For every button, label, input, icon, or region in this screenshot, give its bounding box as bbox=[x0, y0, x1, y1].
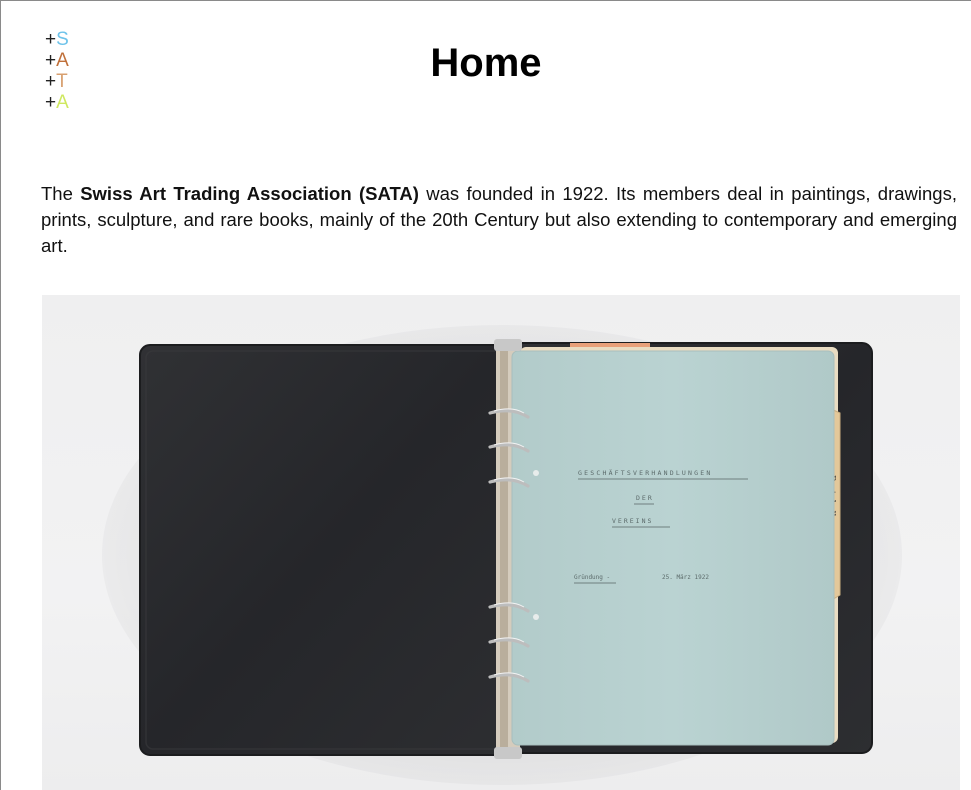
logo-row-a2: +A bbox=[45, 92, 69, 113]
page: +S +A +T +A Home The Swiss Art Trading A… bbox=[0, 0, 971, 790]
front-sheet bbox=[511, 350, 835, 746]
binder-spine-shade bbox=[500, 341, 508, 755]
binder-left-cover bbox=[139, 344, 513, 756]
typed-der: DER bbox=[636, 494, 654, 502]
intro-association-name: Swiss Art Trading Association (SATA) bbox=[80, 183, 419, 204]
typed-heading: GESCHÄFTSVERHANDLUNGEN bbox=[578, 468, 713, 477]
punch-hole bbox=[533, 470, 539, 476]
intro-paragraph: The Swiss Art Trading Association (SATA)… bbox=[41, 181, 957, 259]
binder-illustration: Protokolle GESCHÄFTSVERHANDLUNGEN DER VE… bbox=[102, 325, 902, 785]
logo-plus: + bbox=[45, 92, 57, 113]
page-title: Home bbox=[430, 41, 542, 85]
binder-photo: Protokolle GESCHÄFTSVERHANDLUNGEN DER VE… bbox=[42, 295, 960, 790]
logo-letter-a2: A bbox=[56, 92, 69, 113]
typed-date-right: 25. März 1922 bbox=[662, 574, 709, 581]
binder-mechanism-bottom bbox=[494, 747, 522, 759]
punch-hole bbox=[533, 614, 539, 620]
intro-text-before: The bbox=[41, 183, 81, 204]
typed-subtitle: VEREINS bbox=[612, 517, 653, 525]
typed-date-left: Gründung - bbox=[574, 574, 610, 581]
binder-mechanism-top bbox=[494, 339, 522, 351]
